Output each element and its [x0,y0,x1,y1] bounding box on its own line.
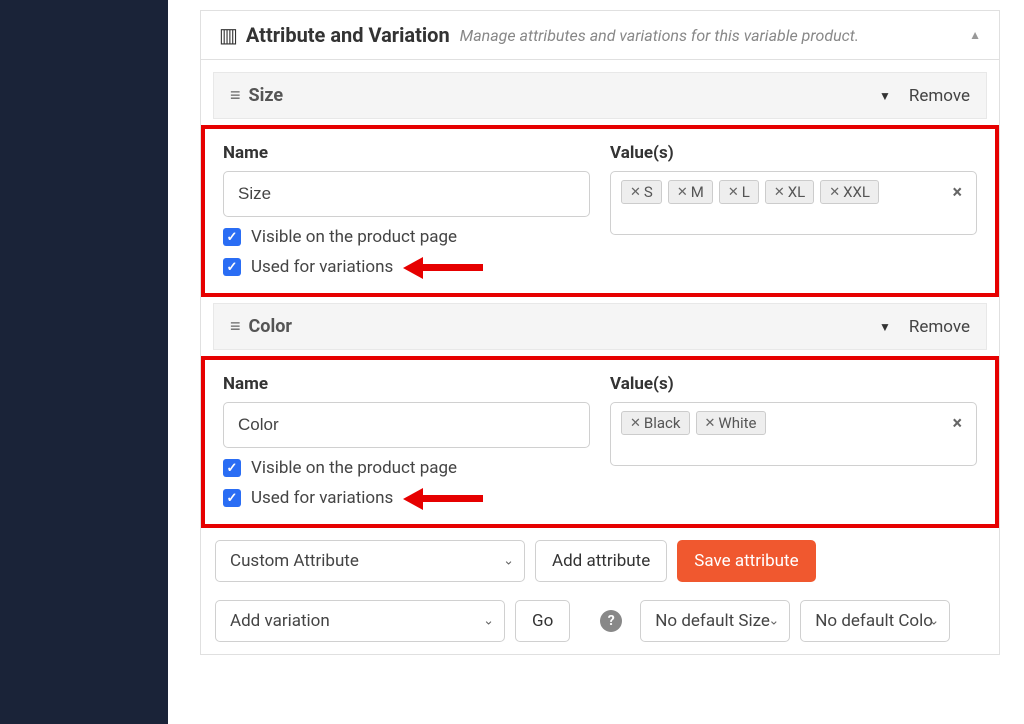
name-column: Name ✓ Visible on the product page ✓ Use… [223,143,590,277]
chevron-down-icon: ⌄ [483,614,494,629]
main-content: ▥ Attribute and Variation Manage attribu… [168,0,1024,724]
attribute-toolbar: Custom Attribute ⌄ Add attribute Save at… [215,540,985,582]
checkbox-visible[interactable]: ✓ [223,459,241,477]
drag-icon[interactable]: ≡ [230,87,241,105]
clear-all-icon[interactable]: × [952,413,962,434]
panel-header[interactable]: ▥ Attribute and Variation Manage attribu… [201,11,999,60]
values-label: Value(s) [610,374,977,394]
visible-row[interactable]: ✓ Visible on the product page [223,227,590,247]
remove-link[interactable]: Remove [909,317,970,337]
values-column: Value(s) ✕Black ✕White × [610,374,977,508]
default-color-select[interactable]: No default Colo ⌄ [800,600,950,642]
close-icon[interactable]: ✕ [705,416,716,431]
tag-xxl[interactable]: ✕XXL [820,180,879,204]
attribute-header-color[interactable]: ≡ Color ▼ Remove [213,303,987,350]
chevron-down-icon[interactable]: ▼ [879,89,891,103]
add-attribute-button[interactable]: Add attribute [535,540,667,582]
variations-label: Used for variations [251,257,393,277]
attribute-size: ≡ Size ▼ Remove Name ✓ Visible on the pr… [201,72,999,297]
annotation-arrow [403,491,483,505]
panel-title: Attribute and Variation [246,23,450,47]
highlight-box-size: Name ✓ Visible on the product page ✓ Use… [201,125,999,297]
go-button[interactable]: Go [515,600,570,642]
visible-label: Visible on the product page [251,458,457,478]
name-input[interactable] [223,402,590,448]
clear-all-icon[interactable]: × [952,182,962,203]
variations-row[interactable]: ✓ Used for variations [223,488,590,508]
list-icon: ▥ [219,23,238,47]
drag-icon[interactable]: ≡ [230,318,241,336]
values-input[interactable]: ✕S ✕M ✕L ✕XL ✕XXL × [610,171,977,235]
tag-l[interactable]: ✕L [719,180,759,204]
values-input[interactable]: ✕Black ✕White × [610,402,977,466]
visible-label: Visible on the product page [251,227,457,247]
highlight-box-color: Name ✓ Visible on the product page ✓ Use… [201,356,999,528]
help-icon[interactable]: ? [600,610,622,632]
save-attribute-button[interactable]: Save attribute [677,540,815,582]
close-icon[interactable]: ✕ [677,185,688,200]
visible-row[interactable]: ✓ Visible on the product page [223,458,590,478]
tag-xl[interactable]: ✕XL [765,180,814,204]
default-size-select[interactable]: No default Size ⌄ [640,600,790,642]
annotation-arrow [403,260,483,274]
chevron-down-icon[interactable]: ▼ [879,320,891,334]
close-icon[interactable]: ✕ [774,185,785,200]
name-input[interactable] [223,171,590,217]
tag-s[interactable]: ✕S [621,180,662,204]
chevron-down-icon: ⌄ [503,554,514,569]
variation-toolbar: Add variation ⌄ Go ? No default Size ⌄ N… [215,600,985,642]
close-icon[interactable]: ✕ [829,185,840,200]
tag-black[interactable]: ✕Black [621,411,690,435]
dark-sidebar [0,0,168,724]
tag-m[interactable]: ✕M [668,180,713,204]
variations-label: Used for variations [251,488,393,508]
chevron-down-icon: ⌄ [768,614,779,629]
attribute-panel: ▥ Attribute and Variation Manage attribu… [200,10,1000,655]
attribute-title: Color [249,316,879,337]
collapse-icon[interactable]: ▲ [969,28,981,42]
panel-subtitle: Manage attributes and variations for thi… [460,26,969,45]
attribute-title: Size [249,85,879,106]
name-column: Name ✓ Visible on the product page ✓ Use… [223,374,590,508]
tag-white[interactable]: ✕White [696,411,766,435]
name-label: Name [223,143,590,163]
values-column: Value(s) ✕S ✕M ✕L ✕XL ✕XXL × [610,143,977,277]
attribute-header-size[interactable]: ≡ Size ▼ Remove [213,72,987,119]
checkbox-variations[interactable]: ✓ [223,489,241,507]
close-icon[interactable]: ✕ [630,185,641,200]
checkbox-variations[interactable]: ✓ [223,258,241,276]
remove-link[interactable]: Remove [909,86,970,106]
attribute-color: ≡ Color ▼ Remove Name ✓ Visible on the p… [201,303,999,528]
values-label: Value(s) [610,143,977,163]
close-icon[interactable]: ✕ [630,416,641,431]
close-icon[interactable]: ✕ [728,185,739,200]
checkbox-visible[interactable]: ✓ [223,228,241,246]
name-label: Name [223,374,590,394]
custom-attribute-select[interactable]: Custom Attribute ⌄ [215,540,525,582]
variations-row[interactable]: ✓ Used for variations [223,257,590,277]
add-variation-select[interactable]: Add variation ⌄ [215,600,505,642]
chevron-down-icon: ⌄ [928,614,939,629]
